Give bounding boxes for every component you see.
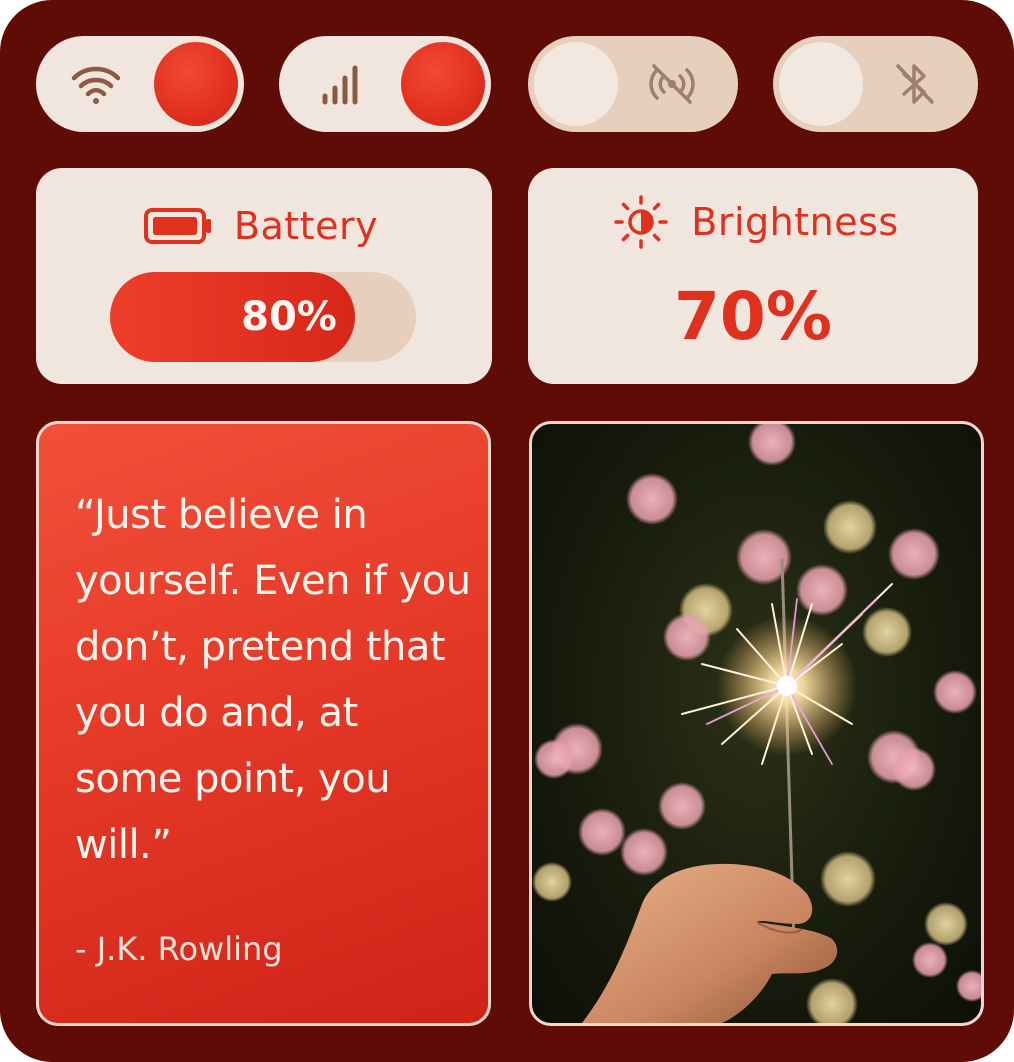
brightness-card[interactable]: Brightness 70% xyxy=(528,168,978,384)
nfc-off-icon xyxy=(644,56,700,112)
cellular-toggle-knob xyxy=(401,42,485,126)
hand xyxy=(582,863,838,1023)
battery-level-track: 80% xyxy=(110,272,416,362)
quote-text: “Just believe in yourself. Even if you d… xyxy=(75,492,471,868)
bluetooth-off-icon xyxy=(886,56,942,112)
brightness-title: Brightness xyxy=(691,200,899,244)
wifi-toggle[interactable] xyxy=(36,36,244,132)
wifi-toggle-knob xyxy=(154,42,238,126)
bluetooth-toggle-knob xyxy=(779,42,863,126)
quote-author: - J.K. Rowling xyxy=(75,930,283,968)
brightness-value: 70% xyxy=(674,278,832,355)
bluetooth-toggle[interactable] xyxy=(773,36,978,132)
battery-title: Battery xyxy=(233,204,379,248)
sparkler-photo xyxy=(529,421,984,1026)
battery-value: 80% xyxy=(241,294,337,340)
battery-card: Battery 80% xyxy=(36,168,492,384)
control-center-panel: Battery 80% Brightness 70% “Just believe… xyxy=(0,0,1014,1062)
cellular-toggle[interactable] xyxy=(279,36,491,132)
wifi-icon xyxy=(68,56,124,112)
nfc-toggle[interactable] xyxy=(528,36,738,132)
battery-icon xyxy=(143,208,212,244)
nfc-toggle-knob xyxy=(534,42,618,126)
quote-card: “Just believe in yourself. Even if you d… xyxy=(36,421,491,1026)
brightness-sun-icon xyxy=(613,194,669,250)
signal-bars-icon xyxy=(311,56,367,112)
